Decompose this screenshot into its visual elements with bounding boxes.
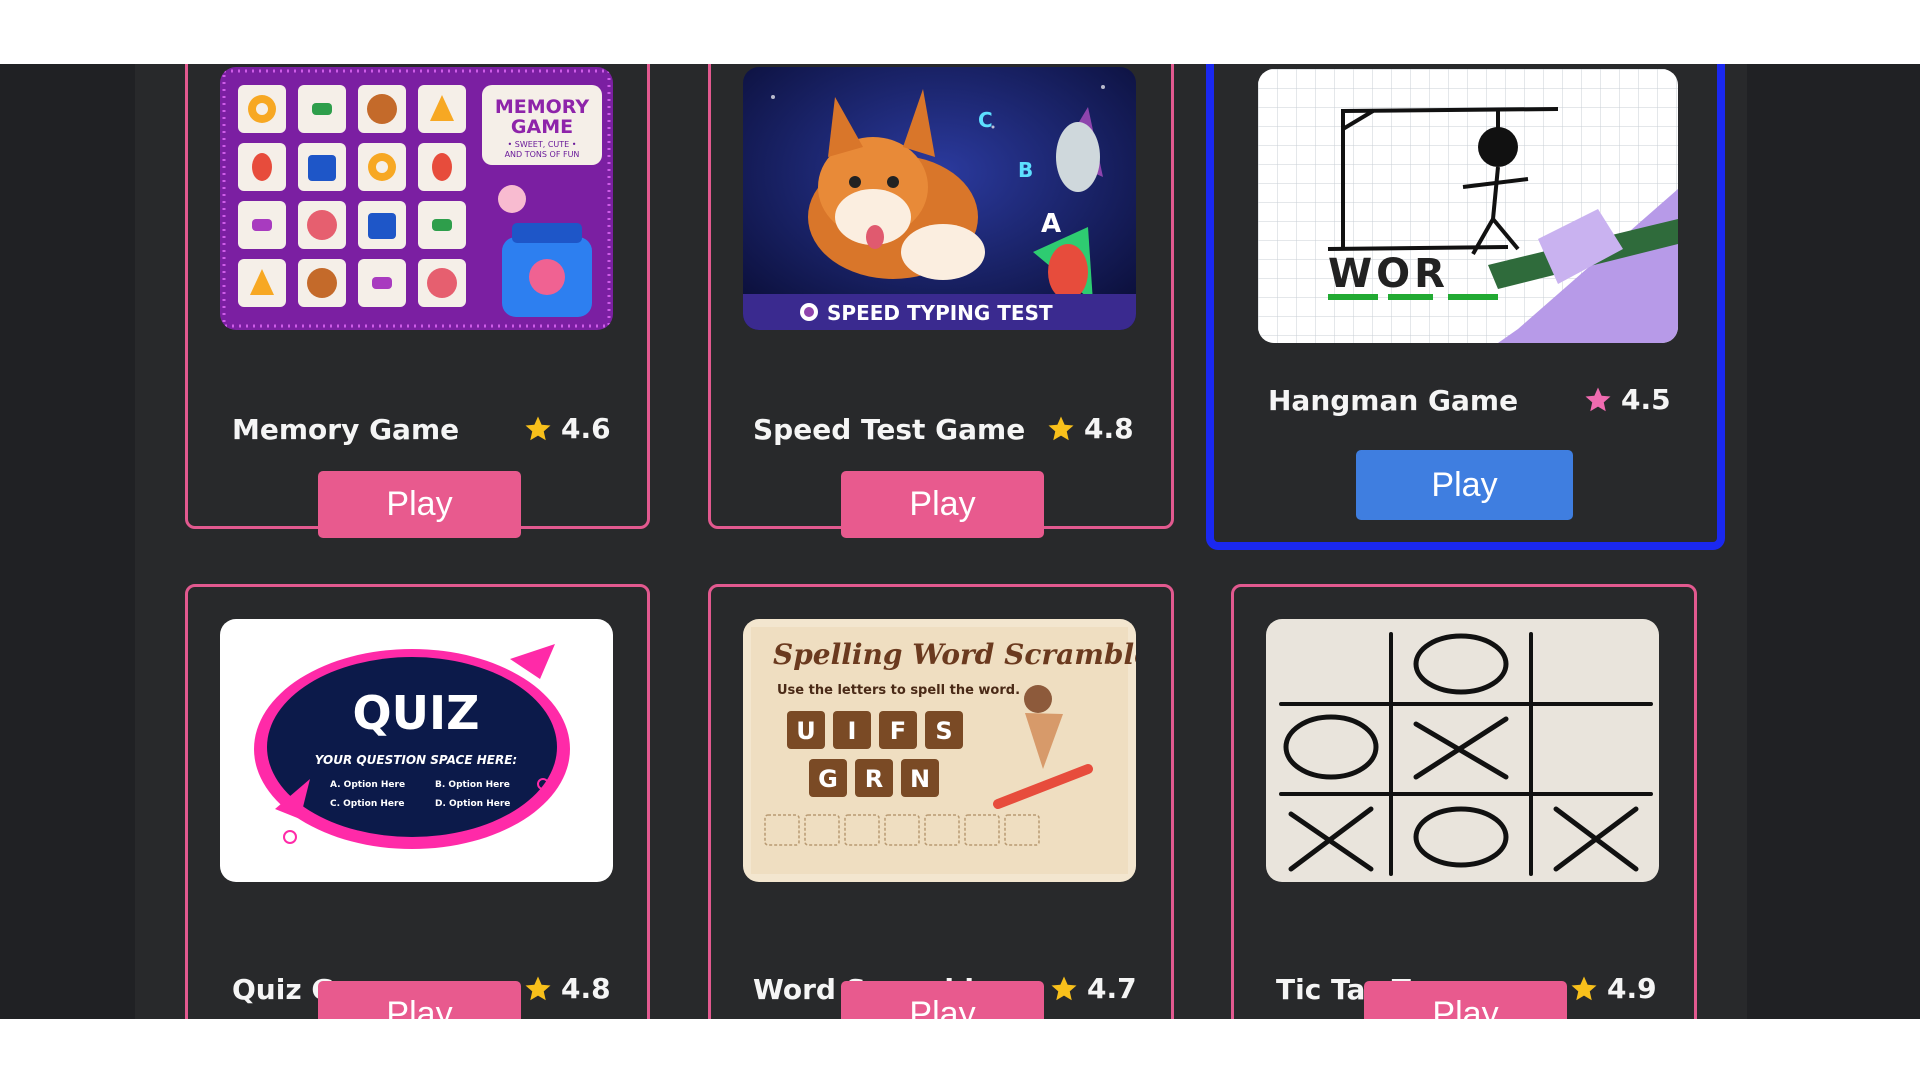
quiz-game-thumbnail[interactable]: QUIZ YOUR QUESTION SPACE HERE: A. Option… xyxy=(220,619,613,882)
memory-game-image: MEMORY GAME • SWEET, CUTE • AND TONS OF … xyxy=(220,67,613,330)
svg-text:MEMORY: MEMORY xyxy=(495,96,590,118)
star-icon xyxy=(1583,385,1613,415)
game-rating: 4.5 xyxy=(1583,383,1671,416)
game-title: Memory Game xyxy=(232,413,460,446)
games-viewport: MEMORY GAME • SWEET, CUTE • AND TONS OF … xyxy=(0,64,1920,1019)
svg-text:R: R xyxy=(865,765,883,793)
word-scramble-thumbnail[interactable]: Spelling Word Scramble Use the letters t… xyxy=(743,619,1136,882)
svg-text:YOUR QUESTION SPACE HERE:: YOUR QUESTION SPACE HERE: xyxy=(315,753,517,767)
game-rating: 4.8 xyxy=(1046,412,1134,445)
play-button[interactable]: Play xyxy=(841,471,1044,538)
play-button[interactable]: Play xyxy=(841,981,1044,1019)
svg-text:C. Option Here: C. Option Here xyxy=(330,799,405,809)
play-button[interactable]: Play xyxy=(318,471,521,538)
game-title: Hangman Game xyxy=(1268,384,1519,417)
svg-text:B. Option Here: B. Option Here xyxy=(435,780,510,790)
game-card-word-scramble: Spelling Word Scramble Use the letters t… xyxy=(708,584,1174,1019)
game-card-hangman: WOR Hangman Game 4.5 Play xyxy=(1206,64,1725,550)
svg-text:QUIZ: QUIZ xyxy=(353,686,480,740)
svg-text:GAME: GAME xyxy=(511,116,573,138)
svg-text:G: G xyxy=(818,765,838,793)
hangman-image: WOR xyxy=(1258,69,1678,343)
quiz-game-image: QUIZ YOUR QUESTION SPACE HERE: A. Option… xyxy=(220,619,613,882)
svg-text:A. Option Here: A. Option Here xyxy=(330,780,405,790)
tic-tac-toe-image xyxy=(1266,619,1659,882)
svg-text:• SWEET, CUTE •: • SWEET, CUTE • xyxy=(508,140,577,149)
game-title: Speed Test Game xyxy=(753,413,1026,446)
svg-text:SPEED TYPING TEST: SPEED TYPING TEST xyxy=(827,301,1053,325)
speed-test-image: C B A SPEED TYPING TEST xyxy=(743,67,1136,330)
svg-text:F: F xyxy=(890,717,906,745)
star-icon xyxy=(1049,974,1079,1004)
speed-test-thumbnail[interactable]: C B A SPEED TYPING TEST xyxy=(743,67,1136,330)
play-button[interactable]: Play xyxy=(1356,450,1573,520)
game-rating: 4.9 xyxy=(1569,972,1657,1005)
game-rating: 4.6 xyxy=(523,412,611,445)
star-icon xyxy=(523,974,553,1004)
star-icon xyxy=(523,414,553,444)
word-scramble-image: Spelling Word Scramble Use the letters t… xyxy=(743,619,1136,882)
svg-text:B: B xyxy=(1018,158,1033,182)
svg-text:N: N xyxy=(910,765,930,793)
game-card-speed-test: C B A SPEED TYPING TEST Speed Test Game … xyxy=(708,64,1174,538)
svg-text:Use the letters to spell the w: Use the letters to spell the word. xyxy=(777,683,1020,698)
svg-text:D. Option Here: D. Option Here xyxy=(435,799,510,809)
svg-text:I: I xyxy=(848,717,857,745)
star-icon xyxy=(1046,414,1076,444)
memory-game-thumbnail[interactable]: MEMORY GAME • SWEET, CUTE • AND TONS OF … xyxy=(220,67,613,330)
star-icon xyxy=(1569,974,1599,1004)
game-rating: 4.8 xyxy=(523,972,611,1005)
play-button[interactable]: Play xyxy=(1364,981,1567,1019)
hangman-thumbnail[interactable]: WOR xyxy=(1258,69,1678,343)
svg-text:U: U xyxy=(796,717,816,745)
game-rating: 4.7 xyxy=(1049,972,1137,1005)
svg-text:AND TONS OF FUN: AND TONS OF FUN xyxy=(505,150,580,159)
svg-text:WOR: WOR xyxy=(1328,251,1449,297)
svg-text:S: S xyxy=(935,717,952,745)
game-card-quiz: QUIZ YOUR QUESTION SPACE HERE: A. Option… xyxy=(185,584,650,1019)
games-grid: MEMORY GAME • SWEET, CUTE • AND TONS OF … xyxy=(135,64,1747,1019)
tic-tac-toe-thumbnail[interactable] xyxy=(1266,619,1659,882)
svg-text:Spelling Word Scramble: Spelling Word Scramble xyxy=(773,638,1136,671)
svg-text:C: C xyxy=(978,108,993,132)
play-button[interactable]: Play xyxy=(318,981,521,1019)
game-card-tic-tac-toe: Tic Tac Toe 4.9 Play xyxy=(1231,584,1697,1019)
game-card-memory: MEMORY GAME • SWEET, CUTE • AND TONS OF … xyxy=(185,64,650,538)
svg-text:A: A xyxy=(1041,209,1061,239)
